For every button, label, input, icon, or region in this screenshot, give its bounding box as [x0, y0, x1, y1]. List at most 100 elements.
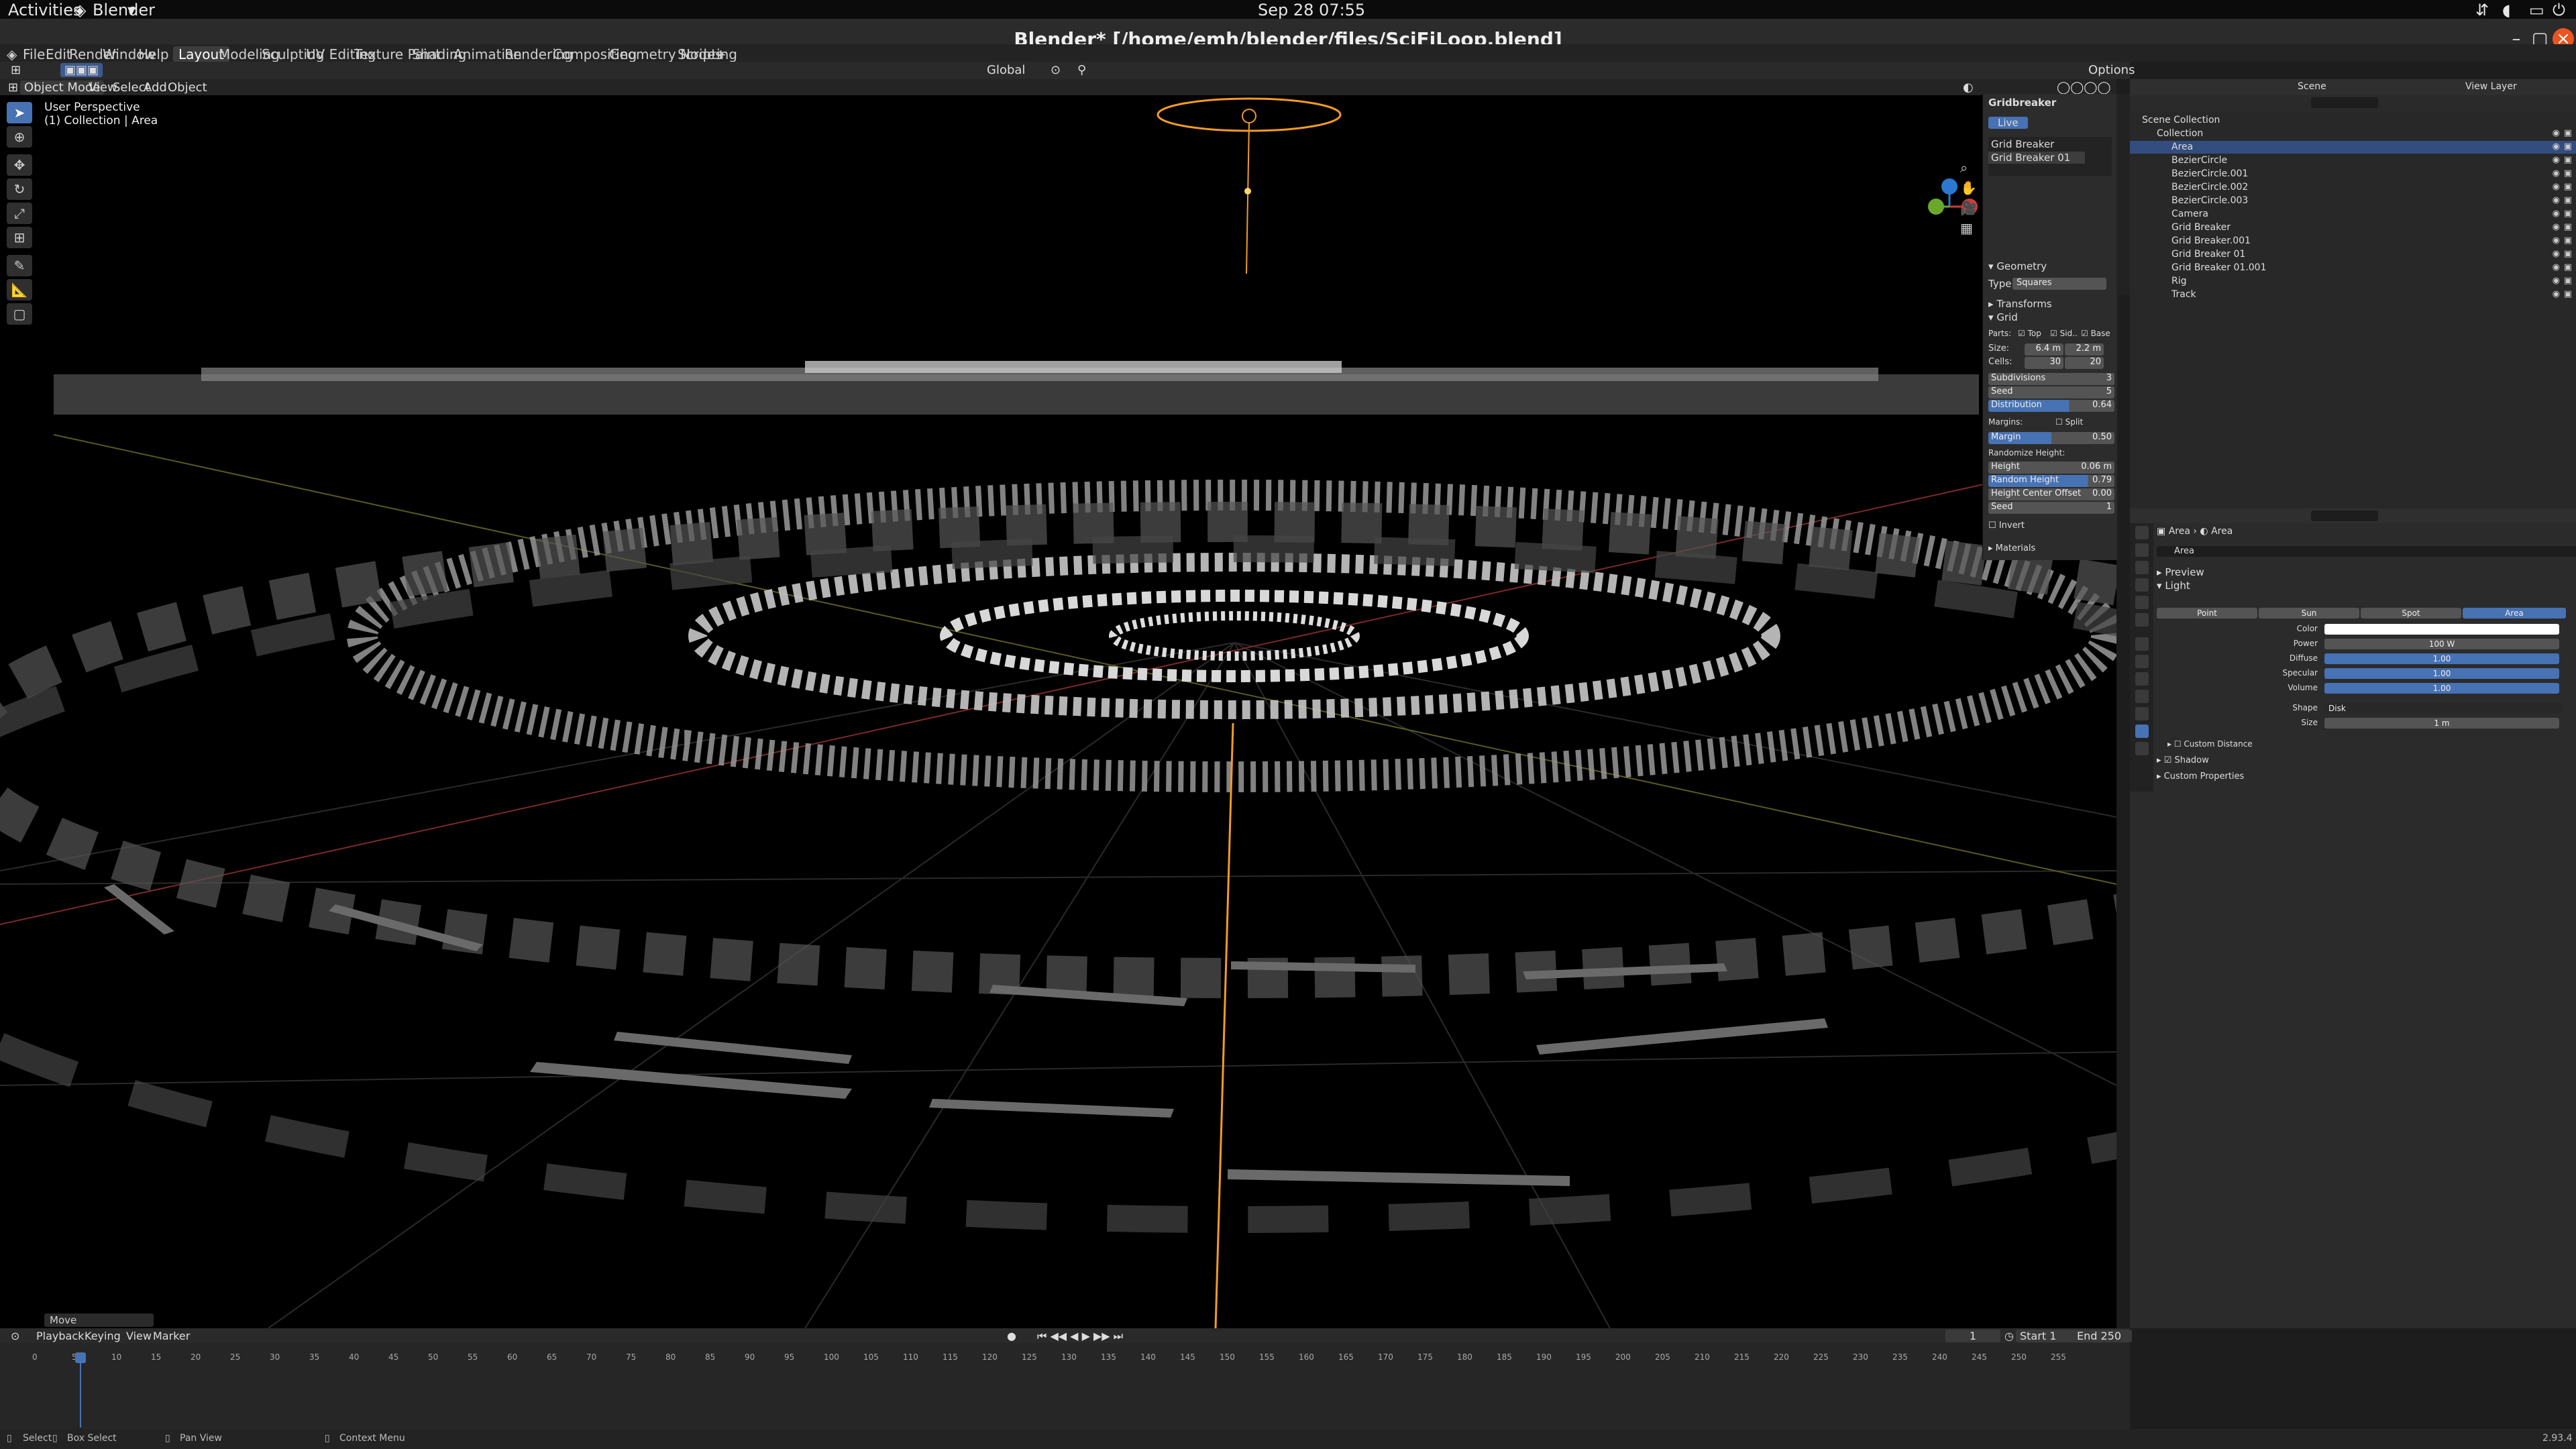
- current-frame-field[interactable]: 1: [1945, 1330, 2000, 1342]
- timeline-menu-marker[interactable]: Marker: [149, 1330, 194, 1342]
- part-top-checkbox[interactable]: ☑ Top: [2018, 329, 2041, 338]
- visibility-eye-icon[interactable]: ◉: [2553, 235, 2560, 246]
- visibility-eye-icon[interactable]: ◉: [2553, 249, 2560, 259]
- render-camera-icon[interactable]: ▣: [2564, 235, 2572, 246]
- tab-scripting[interactable]: Scripting: [672, 46, 743, 62]
- transform-tool-icon[interactable]: ⊞: [7, 227, 32, 248]
- materials-section[interactable]: ▸ Materials: [1988, 543, 2112, 557]
- outliner-row[interactable]: BezierCircle.003 ◉ ▣: [2130, 195, 2576, 207]
- render-camera-icon[interactable]: ▣: [2564, 289, 2572, 299]
- visibility-eye-icon[interactable]: ◉: [2553, 209, 2560, 219]
- scene-select[interactable]: Scene: [2298, 81, 2326, 92]
- battery-icon[interactable]: ▭: [2529, 1, 2544, 19]
- render-camera-icon[interactable]: ▣: [2564, 222, 2572, 232]
- last-operation-panel[interactable]: Move: [44, 1313, 154, 1327]
- pan-icon[interactable]: ✋: [1960, 180, 1977, 196]
- list-item[interactable]: Grid Breaker 01: [1988, 152, 2085, 164]
- preview-section[interactable]: ▸ Preview: [2157, 566, 2204, 578]
- shadow-section[interactable]: ▸ ☑ Shadow: [2157, 755, 2209, 765]
- specular-slider[interactable]: 1.00: [2324, 668, 2559, 679]
- visibility-eye-icon[interactable]: ◉: [2553, 289, 2560, 299]
- select-mode-icon[interactable]: ▣▣▣: [60, 63, 103, 77]
- visibility-eye-icon[interactable]: ◉: [2553, 168, 2560, 178]
- timeline-menu-keying[interactable]: Keying: [80, 1330, 125, 1342]
- properties-search-input[interactable]: [2311, 511, 2378, 521]
- light-type-spot[interactable]: Spot: [2361, 608, 2461, 619]
- measure-tool-icon[interactable]: 📐: [7, 279, 32, 301]
- move-tool-icon[interactable]: ✥: [7, 154, 32, 176]
- outliner-row[interactable]: Grid Breaker 01.001 ◉ ▣: [2130, 262, 2576, 274]
- snap-icon[interactable]: ⚲: [1073, 63, 1090, 77]
- editor-type-icon[interactable]: ⊞: [7, 63, 25, 77]
- light-datablock-field[interactable]: Area: [2157, 546, 2576, 557]
- network-icon[interactable]: ⇵: [2475, 1, 2489, 19]
- margin-slider[interactable]: Margin 0.50: [1988, 432, 2114, 444]
- render-camera-icon[interactable]: ▣: [2564, 155, 2572, 165]
- size-x-field[interactable]: 6.4 m: [2025, 343, 2063, 356]
- outliner-row[interactable]: Rig ◉ ▣: [2130, 275, 2576, 288]
- power-field[interactable]: 100 W: [2324, 639, 2559, 649]
- transforms-section[interactable]: ▸ Transforms: [1988, 298, 2112, 311]
- menu-file[interactable]: File: [23, 46, 45, 62]
- color-field[interactable]: [2324, 624, 2559, 635]
- outliner-row[interactable]: BezierCircle ◉ ▣: [2130, 154, 2576, 167]
- random-height-slider[interactable]: Random Height 0.79: [1988, 475, 2114, 487]
- height-center-offset-field[interactable]: Height Center Offset 0.00: [1988, 488, 2114, 500]
- timeline-ruler[interactable]: 0 5 10 15 20 25 30 35 40 45 50 55 60 65 70 75 80 85 90 95 10…: [0, 1352, 2130, 1364]
- activities-button[interactable]: Activities: [8, 1, 82, 19]
- timeline-menu-playback[interactable]: Playback: [32, 1330, 88, 1342]
- playback-controls[interactable]: ⏮ ◀◀ ◀ ▶ ▶▶ ⏭: [1033, 1330, 1127, 1343]
- annotate-tool-icon[interactable]: ✎: [7, 255, 32, 276]
- view-layer-select[interactable]: View Layer: [2465, 81, 2517, 92]
- record-icon[interactable]: ●: [1003, 1330, 1020, 1342]
- render-camera-icon[interactable]: ▣: [2564, 276, 2572, 286]
- app-menu-button[interactable]: Blender: [93, 1, 155, 19]
- zoom-icon[interactable]: ⌕: [1960, 160, 1968, 176]
- invert-checkbox[interactable]: ☐ Invert: [1988, 521, 2112, 534]
- tool-tab-icon[interactable]: [2135, 526, 2149, 539]
- menu-edit[interactable]: Edit: [46, 46, 72, 62]
- grid-section[interactable]: ▾ Grid: [1988, 311, 2112, 325]
- outliner-row[interactable]: BezierCircle.002 ◉ ▣: [2130, 181, 2576, 194]
- live-toggle[interactable]: Live: [1988, 117, 2028, 129]
- cursor-tool-icon[interactable]: ⊕: [7, 126, 32, 148]
- custom-properties-section[interactable]: ▸ Custom Properties: [2157, 771, 2244, 782]
- cells-x-field[interactable]: 30: [2025, 357, 2063, 369]
- modifier-tab-icon[interactable]: [2135, 655, 2149, 668]
- clock[interactable]: Sep 28 07:55: [1258, 1, 1365, 19]
- render-camera-icon[interactable]: ▣: [2564, 142, 2572, 152]
- outliner-search-input[interactable]: [2311, 97, 2378, 108]
- light-section[interactable]: ▾ Light: [2157, 580, 2190, 592]
- render-camera-icon[interactable]: ▣: [2564, 128, 2572, 138]
- volume-icon[interactable]: ◖: [2502, 1, 2511, 19]
- scale-tool-icon[interactable]: ⤢: [7, 203, 32, 224]
- render-camera-icon[interactable]: ▣: [2564, 182, 2572, 192]
- visibility-eye-icon[interactable]: ◉: [2553, 276, 2560, 286]
- outliner-row[interactable]: Grid Breaker ◉ ▣: [2130, 221, 2576, 234]
- light-type-sun[interactable]: Sun: [2259, 608, 2359, 619]
- outliner-row[interactable]: BezierCircle.001 ◉ ▣: [2130, 168, 2576, 180]
- add-cube-tool-icon[interactable]: ▢: [7, 303, 32, 325]
- timeline-editor-icon[interactable]: ⊙: [7, 1330, 23, 1342]
- visibility-eye-icon[interactable]: ◉: [2553, 155, 2560, 165]
- ortho-toggle-icon[interactable]: ▦: [1960, 220, 1973, 236]
- add-workspace-icon[interactable]: +: [715, 46, 727, 62]
- rotate-tool-icon[interactable]: ↻: [7, 178, 32, 200]
- start-frame-field[interactable]: Start 1: [2016, 1330, 2075, 1342]
- seed2-field[interactable]: Seed 1: [1988, 502, 2114, 514]
- size-field[interactable]: 1 m: [2324, 718, 2559, 729]
- distribution-slider[interactable]: Distribution 0.64: [1988, 400, 2114, 412]
- viewport-menu-object[interactable]: Object: [164, 80, 211, 95]
- menu-help[interactable]: Help: [138, 46, 169, 62]
- overlays-icon[interactable]: ◐: [1959, 80, 1978, 95]
- shading-modes-icon[interactable]: ◯◯◯◯: [2053, 80, 2115, 95]
- transform-orientation-select[interactable]: Global: [983, 63, 1029, 77]
- visibility-eye-icon[interactable]: ◉: [2553, 222, 2560, 232]
- texture-tab-icon[interactable]: [2135, 742, 2149, 755]
- part-side-checkbox[interactable]: ☑ Sid..: [2050, 329, 2078, 338]
- shape-select[interactable]: Disk: [2324, 703, 2563, 714]
- pivot-icon[interactable]: ⊙: [1046, 63, 1065, 77]
- light-type-area[interactable]: Area: [2463, 608, 2566, 619]
- list-item[interactable]: Grid Breaker: [1991, 138, 2054, 150]
- outliner-row[interactable]: Scene Collection: [2130, 114, 2576, 127]
